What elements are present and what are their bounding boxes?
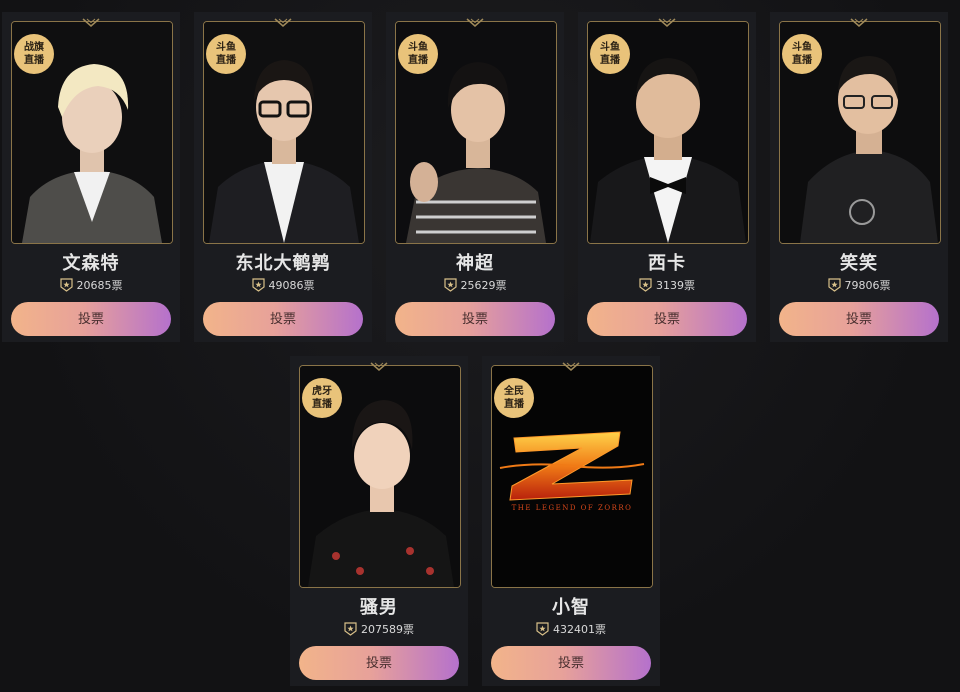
candidate-name: 骚男 (360, 597, 398, 618)
vote-button[interactable]: 投票 (11, 302, 171, 336)
platform-name: 战旗 (24, 42, 44, 53)
platform-type: 直播 (24, 55, 44, 66)
vote-button[interactable]: 投票 (491, 646, 651, 680)
platform-badge: 斗鱼 直播 (782, 34, 822, 74)
platform-name: 斗鱼 (408, 42, 428, 53)
platform-type: 直播 (504, 399, 524, 410)
candidate-card-4: 斗鱼直播 西卡 3139票 投票 (578, 12, 756, 342)
vote-count: 79806票 (770, 277, 948, 293)
vote-count-text: 3139票 (656, 279, 695, 292)
star-shield-icon (827, 278, 841, 292)
candidate-card-6: 虎牙直播 骚男 207589票 投票 (290, 356, 468, 686)
zorro-caption: THE LEGEND OF ZORRO (511, 504, 633, 512)
chevron-down-icon (82, 18, 100, 27)
candidate-card-7: THE LEGEND OF ZORRO 全民直播 小智 432401票 投票 (482, 356, 660, 686)
chevron-down-icon (850, 18, 868, 27)
candidate-name: 神超 (456, 253, 494, 274)
vote-count: 20685票 (2, 277, 180, 293)
platform-type: 直播 (408, 55, 428, 66)
candidate-card-1: 战旗直播 文森特 20685票 投票 (2, 12, 180, 342)
platform-badge: 斗鱼 直播 (590, 34, 630, 74)
platform-name: 全民 (504, 386, 524, 397)
chevron-down-icon (562, 362, 580, 371)
vote-button[interactable]: 投票 (779, 302, 939, 336)
chevron-down-icon (466, 18, 484, 27)
vote-count: 25629票 (386, 277, 564, 293)
vote-count: 432401票 (482, 621, 660, 637)
candidate-name: 西卡 (648, 253, 686, 274)
platform-type: 直播 (216, 55, 236, 66)
vote-button[interactable]: 投票 (395, 302, 555, 336)
vote-button[interactable]: 投票 (203, 302, 363, 336)
candidate-name: 文森特 (62, 253, 120, 274)
candidate-name: 笑笑 (840, 253, 878, 274)
vote-button[interactable]: 投票 (299, 646, 459, 680)
chevron-down-icon (274, 18, 292, 27)
star-shield-icon (344, 622, 357, 636)
vote-count: 3139票 (578, 277, 756, 293)
vote-count-text: 79806票 (844, 279, 891, 292)
vote-count: 207589票 (290, 621, 468, 637)
platform-type: 直播 (792, 55, 812, 66)
platform-badge: 虎牙 直播 (302, 378, 342, 418)
platform-name: 斗鱼 (216, 42, 236, 53)
platform-badge: 全民 直播 (494, 378, 534, 418)
platform-type: 直播 (600, 55, 620, 66)
vote-count-text: 49086票 (268, 279, 315, 292)
star-shield-icon (536, 622, 549, 636)
vote-count: 49086票 (194, 277, 372, 293)
platform-name: 虎牙 (312, 386, 332, 397)
star-shield-icon (59, 278, 73, 292)
candidate-card-3: 斗鱼直播 神超 25629票 投票 (386, 12, 564, 342)
vote-count-text: 207589票 (361, 623, 414, 636)
vote-count-text: 432401票 (553, 623, 606, 636)
candidate-card-2: 斗鱼直播 东北大鹌鹑 49086票 投票 (194, 12, 372, 342)
platform-badge: 战旗 直播 (14, 34, 54, 74)
platform-badge: 斗鱼 直播 (206, 34, 246, 74)
platform-name: 斗鱼 (600, 42, 620, 53)
candidate-name: 小智 (552, 597, 590, 618)
star-shield-icon (639, 278, 652, 292)
star-shield-icon (251, 278, 265, 292)
vote-count-text: 25629票 (460, 279, 507, 292)
platform-type: 直播 (312, 399, 332, 410)
chevron-down-icon (370, 362, 388, 371)
platform-name: 斗鱼 (792, 42, 812, 53)
candidate-card-5: 斗鱼直播 笑笑 79806票 投票 (770, 12, 948, 342)
candidate-name: 东北大鹌鹑 (235, 253, 331, 274)
vote-count-text: 20685票 (76, 279, 123, 292)
vote-button[interactable]: 投票 (587, 302, 747, 336)
platform-badge: 斗鱼 直播 (398, 34, 438, 74)
star-shield-icon (443, 278, 457, 292)
chevron-down-icon (658, 18, 676, 27)
